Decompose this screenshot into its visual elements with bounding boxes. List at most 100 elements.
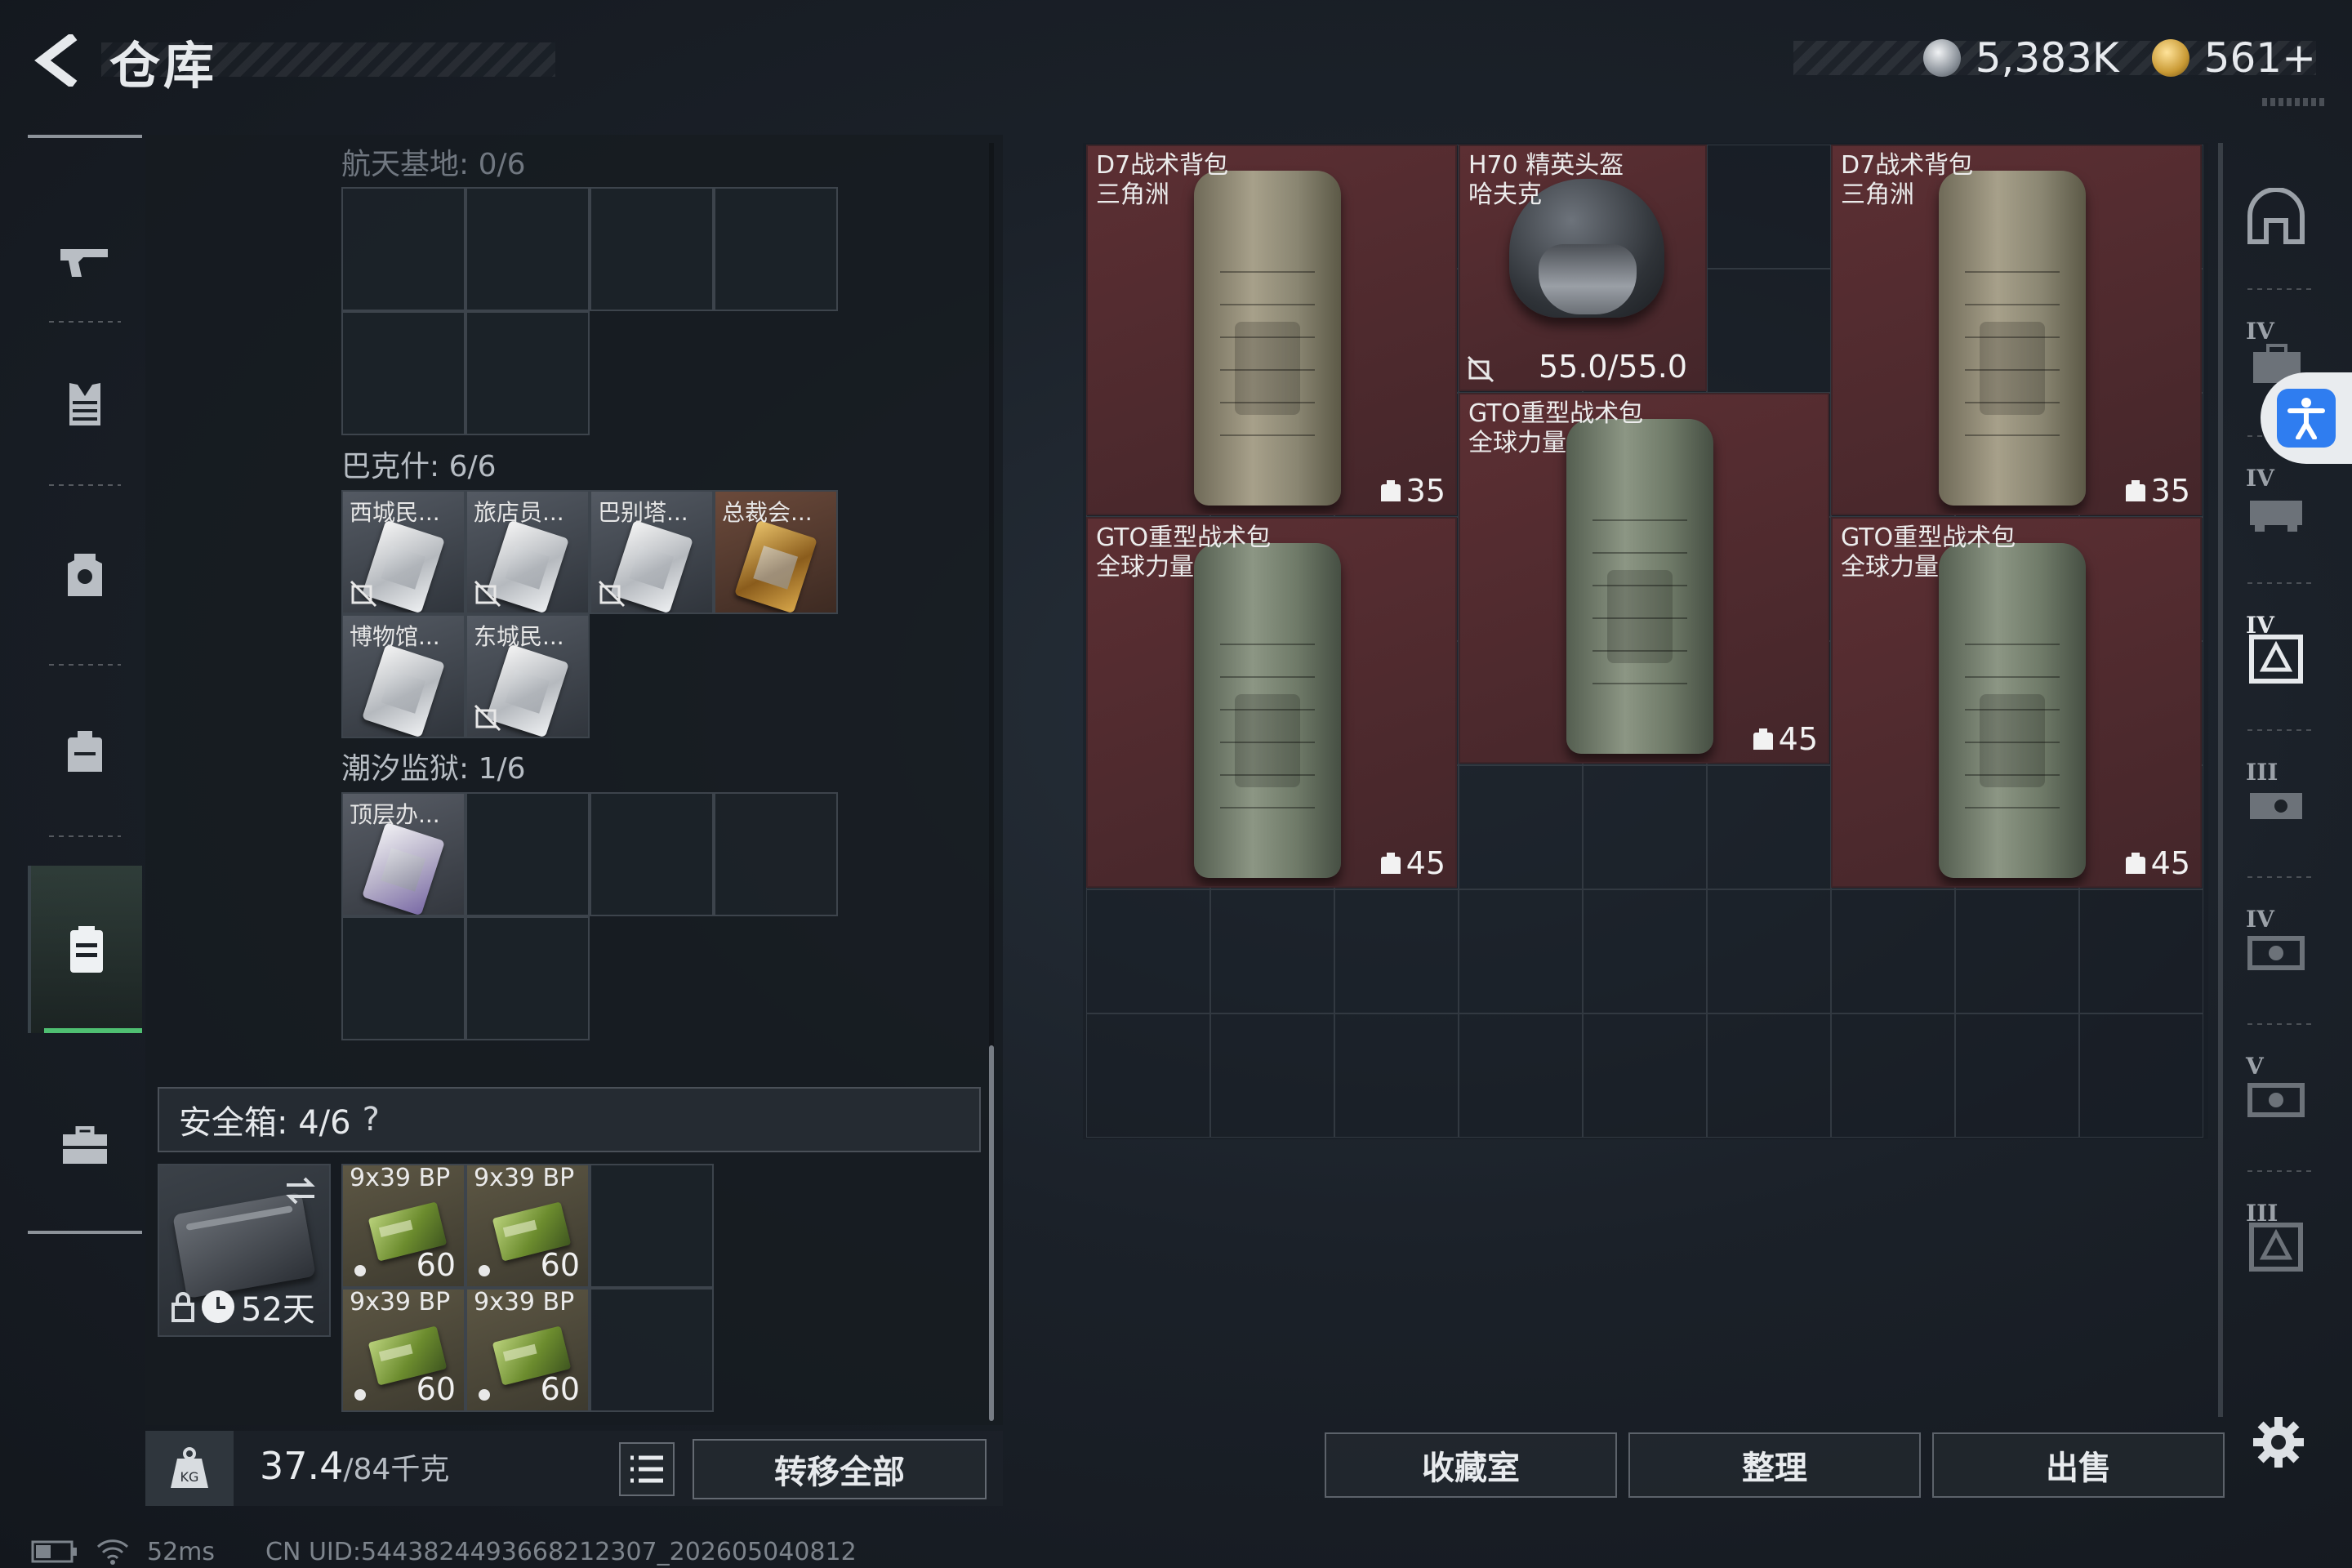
container-slot[interactable] (1086, 889, 1210, 1013)
corner-decoration (2262, 98, 2328, 106)
backpack-image (1939, 171, 2086, 506)
region-label: 航天基地: 0/6 (341, 148, 526, 181)
empty-slot[interactable] (466, 311, 590, 435)
accessibility-button[interactable] (2261, 372, 2352, 464)
container-tab-7[interactable]: III (2215, 1172, 2337, 1319)
empty-slot[interactable] (466, 792, 590, 916)
weight-icon: KG (145, 1431, 234, 1506)
container-tab-6[interactable]: V (2215, 1025, 2337, 1172)
container-slot[interactable] (2079, 1013, 2203, 1138)
backpack-item[interactable]: GTO重型战术包 全球力量 45 (1459, 393, 1829, 764)
vest-icon (69, 383, 100, 425)
container-slot[interactable] (1583, 889, 1707, 1013)
sidebar-item-armor[interactable] (28, 486, 142, 666)
help-icon[interactable]: ? (363, 1101, 380, 1138)
organize-button[interactable]: 整理 (1628, 1432, 1921, 1498)
container-tab-home[interactable] (2215, 143, 2337, 290)
stash-scrollbar[interactable] (989, 1045, 994, 1421)
no-drop-icon (474, 704, 501, 732)
container-slot[interactable] (1831, 1013, 1955, 1138)
list-view-button[interactable] (619, 1442, 675, 1496)
keycard-item[interactable]: 巴别塔... (590, 490, 714, 614)
container-slot[interactable] (1459, 765, 1583, 889)
safe-case[interactable]: 52天 (158, 1164, 331, 1337)
empty-slot[interactable] (590, 792, 714, 916)
capacity-icon (2125, 853, 2145, 874)
empty-slot[interactable] (341, 187, 466, 311)
no-drop-icon (1467, 355, 1494, 383)
ping-text: 52ms (147, 1537, 216, 1566)
transfer-all-button[interactable]: 转移全部 (693, 1439, 987, 1499)
empty-slot[interactable] (341, 311, 466, 435)
keycard-item[interactable]: 旅店员... (466, 490, 590, 614)
container-slot[interactable] (1707, 269, 1831, 393)
helmet-item[interactable]: H70 精英头盔 哈夫克 55.0/55.0 (1459, 145, 1707, 391)
ammo-item[interactable]: 9x39 BP 60 (341, 1288, 466, 1412)
container-tab-4[interactable]: III (2215, 731, 2337, 878)
backpack-item[interactable]: D7战术背包 三角洲 35 (1086, 145, 1457, 515)
container-slot[interactable] (1086, 1013, 1210, 1138)
container-slot[interactable] (1707, 145, 1831, 269)
keycard-icon (70, 925, 103, 973)
status-bar: 52ms CN UID:5443824493668212307_20260504… (31, 1535, 857, 1568)
keycard-item[interactable]: 顶层办... (341, 792, 466, 916)
collection-room-button[interactable]: 收藏室 (1325, 1432, 1617, 1498)
backpack-item[interactable]: D7战术背包 三角洲 35 (1831, 145, 2202, 515)
sidebar-item-vests[interactable] (28, 323, 142, 486)
sidebar-item-keycards[interactable] (28, 866, 142, 1033)
ammo-item[interactable]: 9x39 BP 60 (341, 1164, 466, 1288)
item-name: GTO重型战术包 全球力量 (1468, 399, 1644, 457)
container-slot[interactable] (1210, 1013, 1334, 1138)
empty-slot[interactable] (590, 1288, 714, 1412)
container-slot[interactable] (1707, 889, 1831, 1013)
empty-slot[interactable] (714, 792, 838, 916)
backpack-item[interactable]: GTO重型战术包 全球力量 45 (1086, 517, 1457, 888)
empty-slot[interactable] (466, 916, 590, 1040)
keycard-item[interactable]: 总裁会... (714, 490, 838, 614)
sidebar-item-cases[interactable] (28, 1058, 142, 1233)
keycard-item[interactable]: 西城民... (341, 490, 466, 614)
sidebar-item-weapons[interactable] (28, 200, 142, 323)
keycard-item[interactable]: 东城民... (466, 614, 590, 738)
list-icon (630, 1455, 663, 1483)
keycard-item[interactable]: 博物馆... (341, 614, 466, 738)
container-slot[interactable] (1459, 889, 1583, 1013)
empty-slot[interactable] (590, 187, 714, 311)
backpack-image (1566, 419, 1713, 754)
container-slot[interactable] (1334, 1013, 1459, 1138)
container-slot[interactable] (2079, 889, 2203, 1013)
sell-button[interactable]: 出售 (1932, 1432, 2225, 1498)
sidebar-item-backpacks[interactable] (28, 666, 142, 837)
ammo-item[interactable]: 9x39 BP 60 (466, 1288, 590, 1412)
container-tab-5[interactable]: IV (2215, 878, 2337, 1025)
empty-slot[interactable] (466, 187, 590, 311)
ammo-item[interactable]: 9x39 BP 60 (466, 1164, 590, 1288)
container-slot[interactable] (1583, 765, 1707, 889)
container-slot[interactable] (1210, 889, 1334, 1013)
container-slot[interactable] (1334, 889, 1459, 1013)
gold-balance[interactable]: 561+ (2204, 34, 2316, 82)
item-name: GTO重型战术包 全球力量 (1096, 523, 1272, 581)
container-tab-3[interactable]: IV (2215, 584, 2337, 731)
header: 仓库 5,383K 561+ (0, 0, 2352, 122)
container-slot[interactable] (1831, 889, 1955, 1013)
capacity-badge: 45 (2125, 845, 2190, 881)
container-slot[interactable] (1707, 765, 1831, 889)
tier-5-box-icon (2247, 1083, 2305, 1117)
empty-slot[interactable] (341, 916, 466, 1040)
container-slot[interactable] (1955, 889, 2079, 1013)
container-slot[interactable] (1583, 1013, 1707, 1138)
gear-icon (2253, 1417, 2304, 1468)
settings-button[interactable] (2246, 1410, 2311, 1475)
container-slot[interactable] (1707, 1013, 1831, 1138)
container-slot[interactable] (1955, 1013, 2079, 1138)
container-slot[interactable] (1459, 1013, 1583, 1138)
empty-slot[interactable] (714, 187, 838, 311)
back-button[interactable] (23, 28, 88, 93)
sidebar-top-cap (28, 135, 142, 138)
backpack-item[interactable]: GTO重型战术包 全球力量 45 (1831, 517, 2202, 888)
swap-icon[interactable] (282, 1172, 319, 1209)
status-dot (479, 1265, 490, 1276)
svg-text:KG: KG (180, 1469, 199, 1485)
empty-slot[interactable] (590, 1164, 714, 1288)
